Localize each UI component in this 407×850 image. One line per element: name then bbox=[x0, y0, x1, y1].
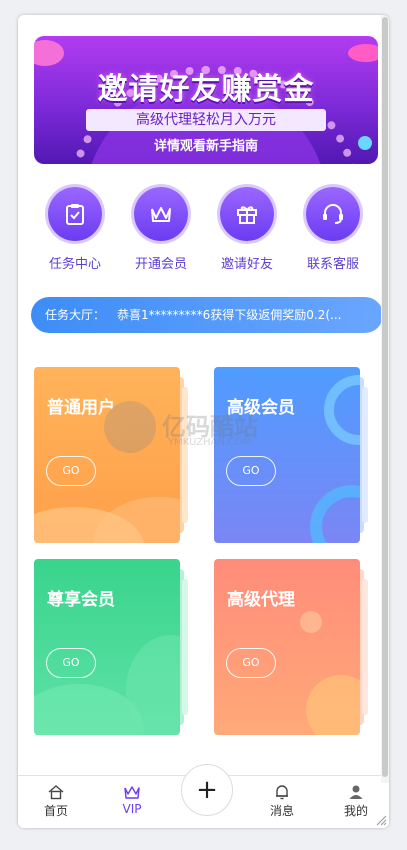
quick-action-open-vip[interactable]: 开通会员 bbox=[126, 187, 196, 272]
banner-subtitle: 高级代理轻松月入万元 bbox=[86, 109, 326, 131]
quick-action-label: 联系客服 bbox=[306, 257, 359, 272]
tab-messages[interactable]: 消息 bbox=[252, 782, 312, 819]
bell-icon bbox=[252, 782, 312, 802]
quick-action-label: 邀请好友 bbox=[220, 257, 273, 272]
quick-action-task-center[interactable]: 任务中心 bbox=[40, 187, 110, 272]
vertical-scrollbar[interactable] bbox=[381, 15, 389, 783]
quick-action-invite-friends[interactable]: 邀请好友 bbox=[212, 187, 282, 272]
watermark-subtext: YMKUZHAN.COM bbox=[168, 437, 252, 448]
bottom-tab-bar: 首页 VIP + 消息 我的 bbox=[18, 764, 389, 828]
card-premium-member[interactable]: 尊享会员 GO bbox=[34, 559, 180, 735]
card-wave-decoration bbox=[126, 635, 180, 735]
promo-banner[interactable]: 邀请好友赚赏金 高级代理轻松月入万元 详情观看新手指南 bbox=[34, 36, 378, 164]
card-circle-decoration bbox=[306, 675, 360, 735]
go-button[interactable]: GO bbox=[46, 456, 96, 486]
go-button[interactable]: GO bbox=[46, 648, 96, 678]
quick-action-label: 任务中心 bbox=[48, 257, 101, 272]
tab-vip[interactable]: VIP bbox=[102, 782, 162, 816]
tab-label: 消息 bbox=[269, 804, 294, 818]
watermark: 亿码酷站 YMKUZHAN.COM bbox=[104, 401, 304, 461]
card-ring-decoration bbox=[310, 485, 360, 543]
crown-icon bbox=[102, 782, 162, 802]
card-dot-decoration bbox=[300, 611, 322, 633]
notice-message: 恭喜1*********6获得下级返佣奖励0.2(... bbox=[117, 308, 342, 322]
card-stack-layer bbox=[182, 579, 188, 715]
banner-balloon-decoration bbox=[34, 40, 64, 66]
home-icon bbox=[26, 782, 86, 802]
notice-label: 任务大厅： bbox=[45, 308, 106, 322]
clipboard-icon bbox=[48, 187, 102, 241]
resize-handle-icon[interactable] bbox=[375, 814, 387, 826]
card-ring-decoration bbox=[324, 375, 360, 445]
quick-action-customer-service[interactable]: 联系客服 bbox=[298, 187, 368, 272]
gift-icon bbox=[220, 187, 274, 241]
banner-balloon-decoration bbox=[348, 44, 378, 62]
user-icon bbox=[326, 782, 386, 802]
go-button[interactable]: GO bbox=[226, 648, 276, 678]
banner-guide-link[interactable]: 详情观看新手指南 bbox=[34, 135, 378, 154]
quick-actions: 任务中心 开通会员 邀请好友 联系客服 bbox=[18, 187, 380, 273]
card-stack-layer bbox=[362, 579, 368, 715]
tab-label: VIP bbox=[122, 802, 142, 816]
tab-home[interactable]: 首页 bbox=[26, 782, 86, 819]
tab-label: 首页 bbox=[43, 804, 68, 818]
card-senior-agent[interactable]: 高级代理 GO bbox=[214, 559, 360, 735]
card-wave-decoration bbox=[94, 497, 180, 543]
watermark-logo-icon bbox=[104, 401, 156, 453]
crown-icon bbox=[134, 187, 188, 241]
headset-icon bbox=[306, 187, 360, 241]
card-stack-layer bbox=[362, 387, 368, 523]
banner-title: 邀请好友赚赏金 bbox=[97, 72, 315, 107]
scrollbar-thumb[interactable] bbox=[382, 17, 388, 777]
add-button[interactable]: + bbox=[181, 764, 233, 816]
task-hall-notice[interactable]: 任务大厅： 恭喜1*********6获得下级返佣奖励0.2(... bbox=[31, 297, 383, 333]
card-title: 尊享会员 bbox=[47, 590, 115, 610]
phone-frame: 邀请好友赚赏金 高级代理轻松月入万元 详情观看新手指南 任务中心 开通会员 邀请… bbox=[18, 15, 389, 828]
card-title: 高级代理 bbox=[227, 590, 295, 610]
quick-action-label: 开通会员 bbox=[134, 257, 187, 272]
